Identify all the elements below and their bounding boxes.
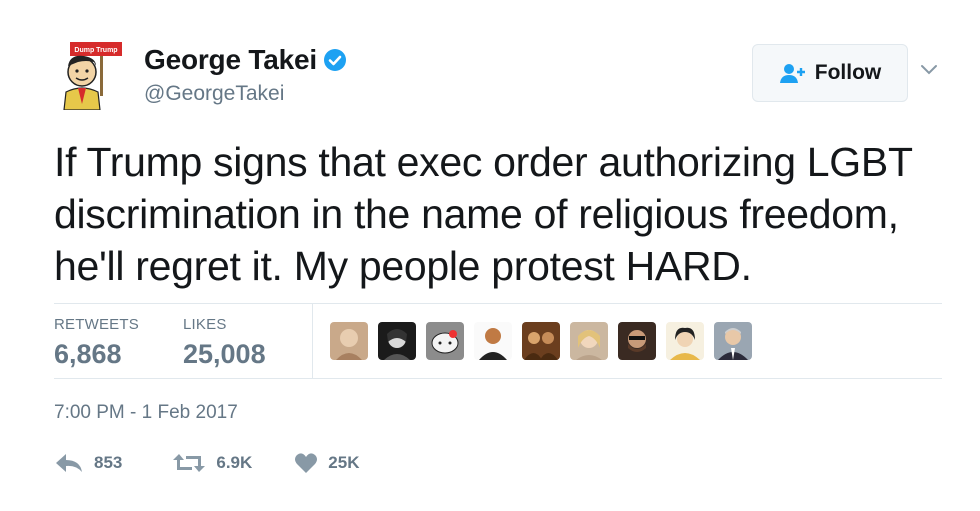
likers-list (330, 322, 752, 360)
likes-label: LIKES (183, 316, 227, 333)
user-block[interactable]: George Takei @GeorgeTakei (144, 44, 347, 106)
reply-icon (56, 454, 82, 472)
verified-badge-icon (323, 49, 346, 71)
tweet-text: If Trump signs that exec order authorizi… (54, 139, 912, 289)
chevron-down-icon[interactable] (918, 62, 940, 78)
liker-avatar-5[interactable] (522, 322, 560, 360)
avatar-sign-text: Dump Trump (74, 47, 117, 54)
retweet-button[interactable]: 6.9K (172, 452, 252, 474)
follow-user-icon (779, 64, 805, 83)
retweets-label: RETWEETS (54, 316, 139, 333)
reply-button[interactable]: 853 (54, 452, 122, 474)
liker-avatar-9[interactable] (714, 322, 752, 360)
user-handle[interactable]: @GeorgeTakei (144, 82, 347, 106)
liker-avatar-4[interactable] (474, 322, 512, 360)
follow-button[interactable]: Follow (752, 44, 908, 102)
retweets-value: 6,868 (54, 339, 122, 369)
reply-count: 853 (94, 453, 123, 472)
cartoon-avatar-icon: Dump Trump (63, 42, 122, 111)
like-count: 25K (328, 453, 360, 472)
liker-avatar-8[interactable] (666, 322, 704, 360)
liker-avatar-6[interactable] (570, 322, 608, 360)
avatar[interactable]: Dump Trump (56, 38, 126, 111)
heart-icon (295, 453, 318, 473)
retweet-icon (173, 454, 206, 472)
likes-value: 25,008 (183, 339, 266, 369)
action-bar: 853 6.9K 25K (54, 452, 359, 474)
retweet-count: 6.9K (216, 453, 253, 472)
retweets-stat[interactable]: RETWEETS 6,868 (54, 316, 139, 370)
likes-stat[interactable]: LIKES 25,008 (183, 316, 266, 370)
divider (54, 378, 942, 379)
display-name[interactable]: George Takei (144, 44, 317, 76)
liker-avatar-1[interactable] (330, 322, 368, 360)
liker-avatar-7[interactable] (618, 322, 656, 360)
liker-avatar-3[interactable] (426, 322, 464, 360)
name-row: George Takei (144, 44, 347, 76)
stats-divider (312, 304, 313, 378)
tweet-timestamp[interactable]: 7:00 PM - 1 Feb 2017 (54, 402, 238, 424)
follow-label: Follow (814, 61, 882, 84)
liker-avatar-2[interactable] (378, 322, 416, 360)
divider (54, 303, 942, 304)
like-button[interactable]: 25K (294, 452, 359, 474)
